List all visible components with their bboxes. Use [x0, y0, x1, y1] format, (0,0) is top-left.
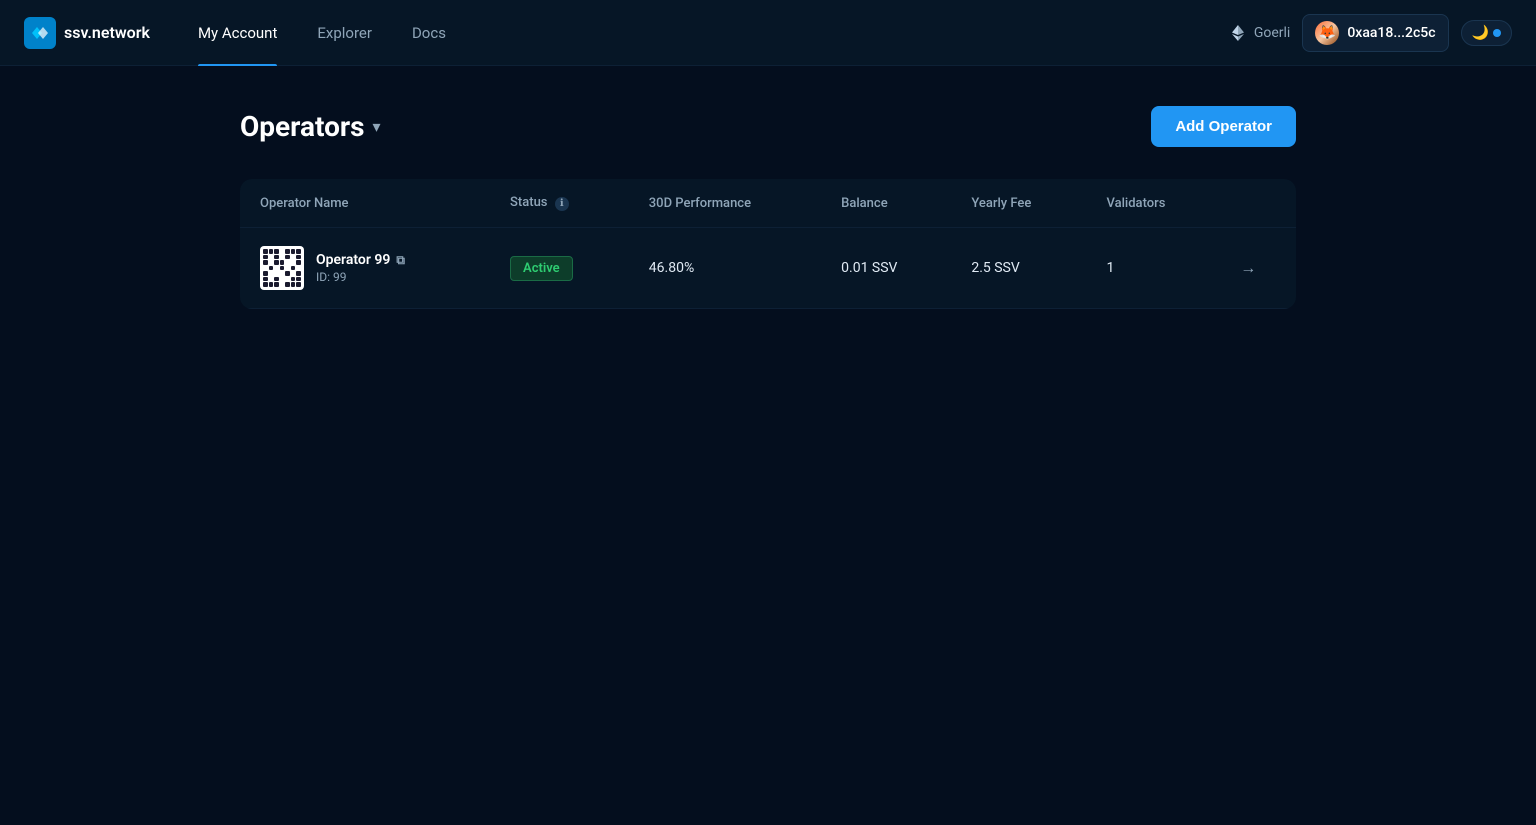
logo-text: ssv.network [64, 23, 150, 42]
operator-validators-cell: 1 [1087, 228, 1221, 309]
copy-icon[interactable]: ⧉ [396, 253, 405, 268]
operator-name-cell: Operator 99 ⧉ ID: 99 [240, 228, 490, 309]
operators-dropdown-arrow[interactable]: ▾ [373, 117, 381, 136]
col-header-yearly-fee: Yearly Fee [951, 179, 1086, 228]
col-header-validators: Validators [1087, 179, 1221, 228]
operator-id: ID: 99 [316, 270, 405, 284]
col-header-status: Status ℹ [490, 179, 629, 228]
theme-dot [1493, 29, 1501, 37]
network-name: Goerli [1254, 25, 1291, 41]
header-right: Goerli 🦊 0xaa18...2c5c 🌙 [1228, 14, 1512, 52]
operator-performance-cell: 46.80% [629, 228, 821, 309]
logo[interactable]: ssv.network [24, 17, 150, 49]
operator-qr-code [260, 246, 304, 290]
nav-explorer[interactable]: Explorer [301, 0, 388, 66]
page-header: Operators ▾ Add Operator [240, 106, 1296, 147]
main-header: ssv.network My Account Explorer Docs Goe… [0, 0, 1536, 66]
wallet-badge[interactable]: 🦊 0xaa18...2c5c [1302, 14, 1448, 52]
nav-my-account[interactable]: My Account [182, 0, 293, 66]
page-title: Operators [240, 110, 365, 143]
nav-docs[interactable]: Docs [396, 0, 462, 66]
operator-balance-cell: 0.01 SSV [821, 228, 951, 309]
operator-status-cell: Active [490, 228, 629, 309]
ssv-logo-icon [24, 17, 56, 49]
eth-icon [1228, 23, 1248, 43]
main-content: Operators ▾ Add Operator Operator Name S… [0, 66, 1536, 349]
operator-row-arrow: → [1220, 228, 1296, 309]
wallet-address: 0xaa18...2c5c [1347, 25, 1435, 41]
operators-table: Operator Name Status ℹ 30D Performance B… [240, 179, 1296, 309]
page-title-area: Operators ▾ [240, 110, 381, 143]
operator-yearly-fee-cell: 2.5 SSV [951, 228, 1086, 309]
col-header-performance: 30D Performance [629, 179, 821, 228]
operator-display-name: Operator 99 ⧉ [316, 252, 405, 268]
theme-icon: 🌙 [1472, 25, 1489, 41]
col-header-action [1220, 179, 1296, 228]
row-navigate-arrow[interactable]: → [1240, 258, 1256, 277]
add-operator-button[interactable]: Add Operator [1151, 106, 1296, 147]
table-row[interactable]: Operator 99 ⧉ ID: 99 Active 46.80% 0.01 … [240, 228, 1296, 309]
status-info-icon[interactable]: ℹ [555, 197, 569, 211]
main-nav: My Account Explorer Docs [182, 0, 1228, 66]
status-badge: Active [510, 256, 573, 281]
wallet-avatar: 🦊 [1315, 21, 1339, 45]
operator-info: Operator 99 ⧉ ID: 99 [316, 252, 405, 284]
col-header-name: Operator Name [240, 179, 490, 228]
theme-toggle[interactable]: 🌙 [1461, 20, 1512, 46]
table-header-row: Operator Name Status ℹ 30D Performance B… [240, 179, 1296, 228]
eth-network-badge: Goerli [1228, 23, 1291, 43]
col-header-balance: Balance [821, 179, 951, 228]
